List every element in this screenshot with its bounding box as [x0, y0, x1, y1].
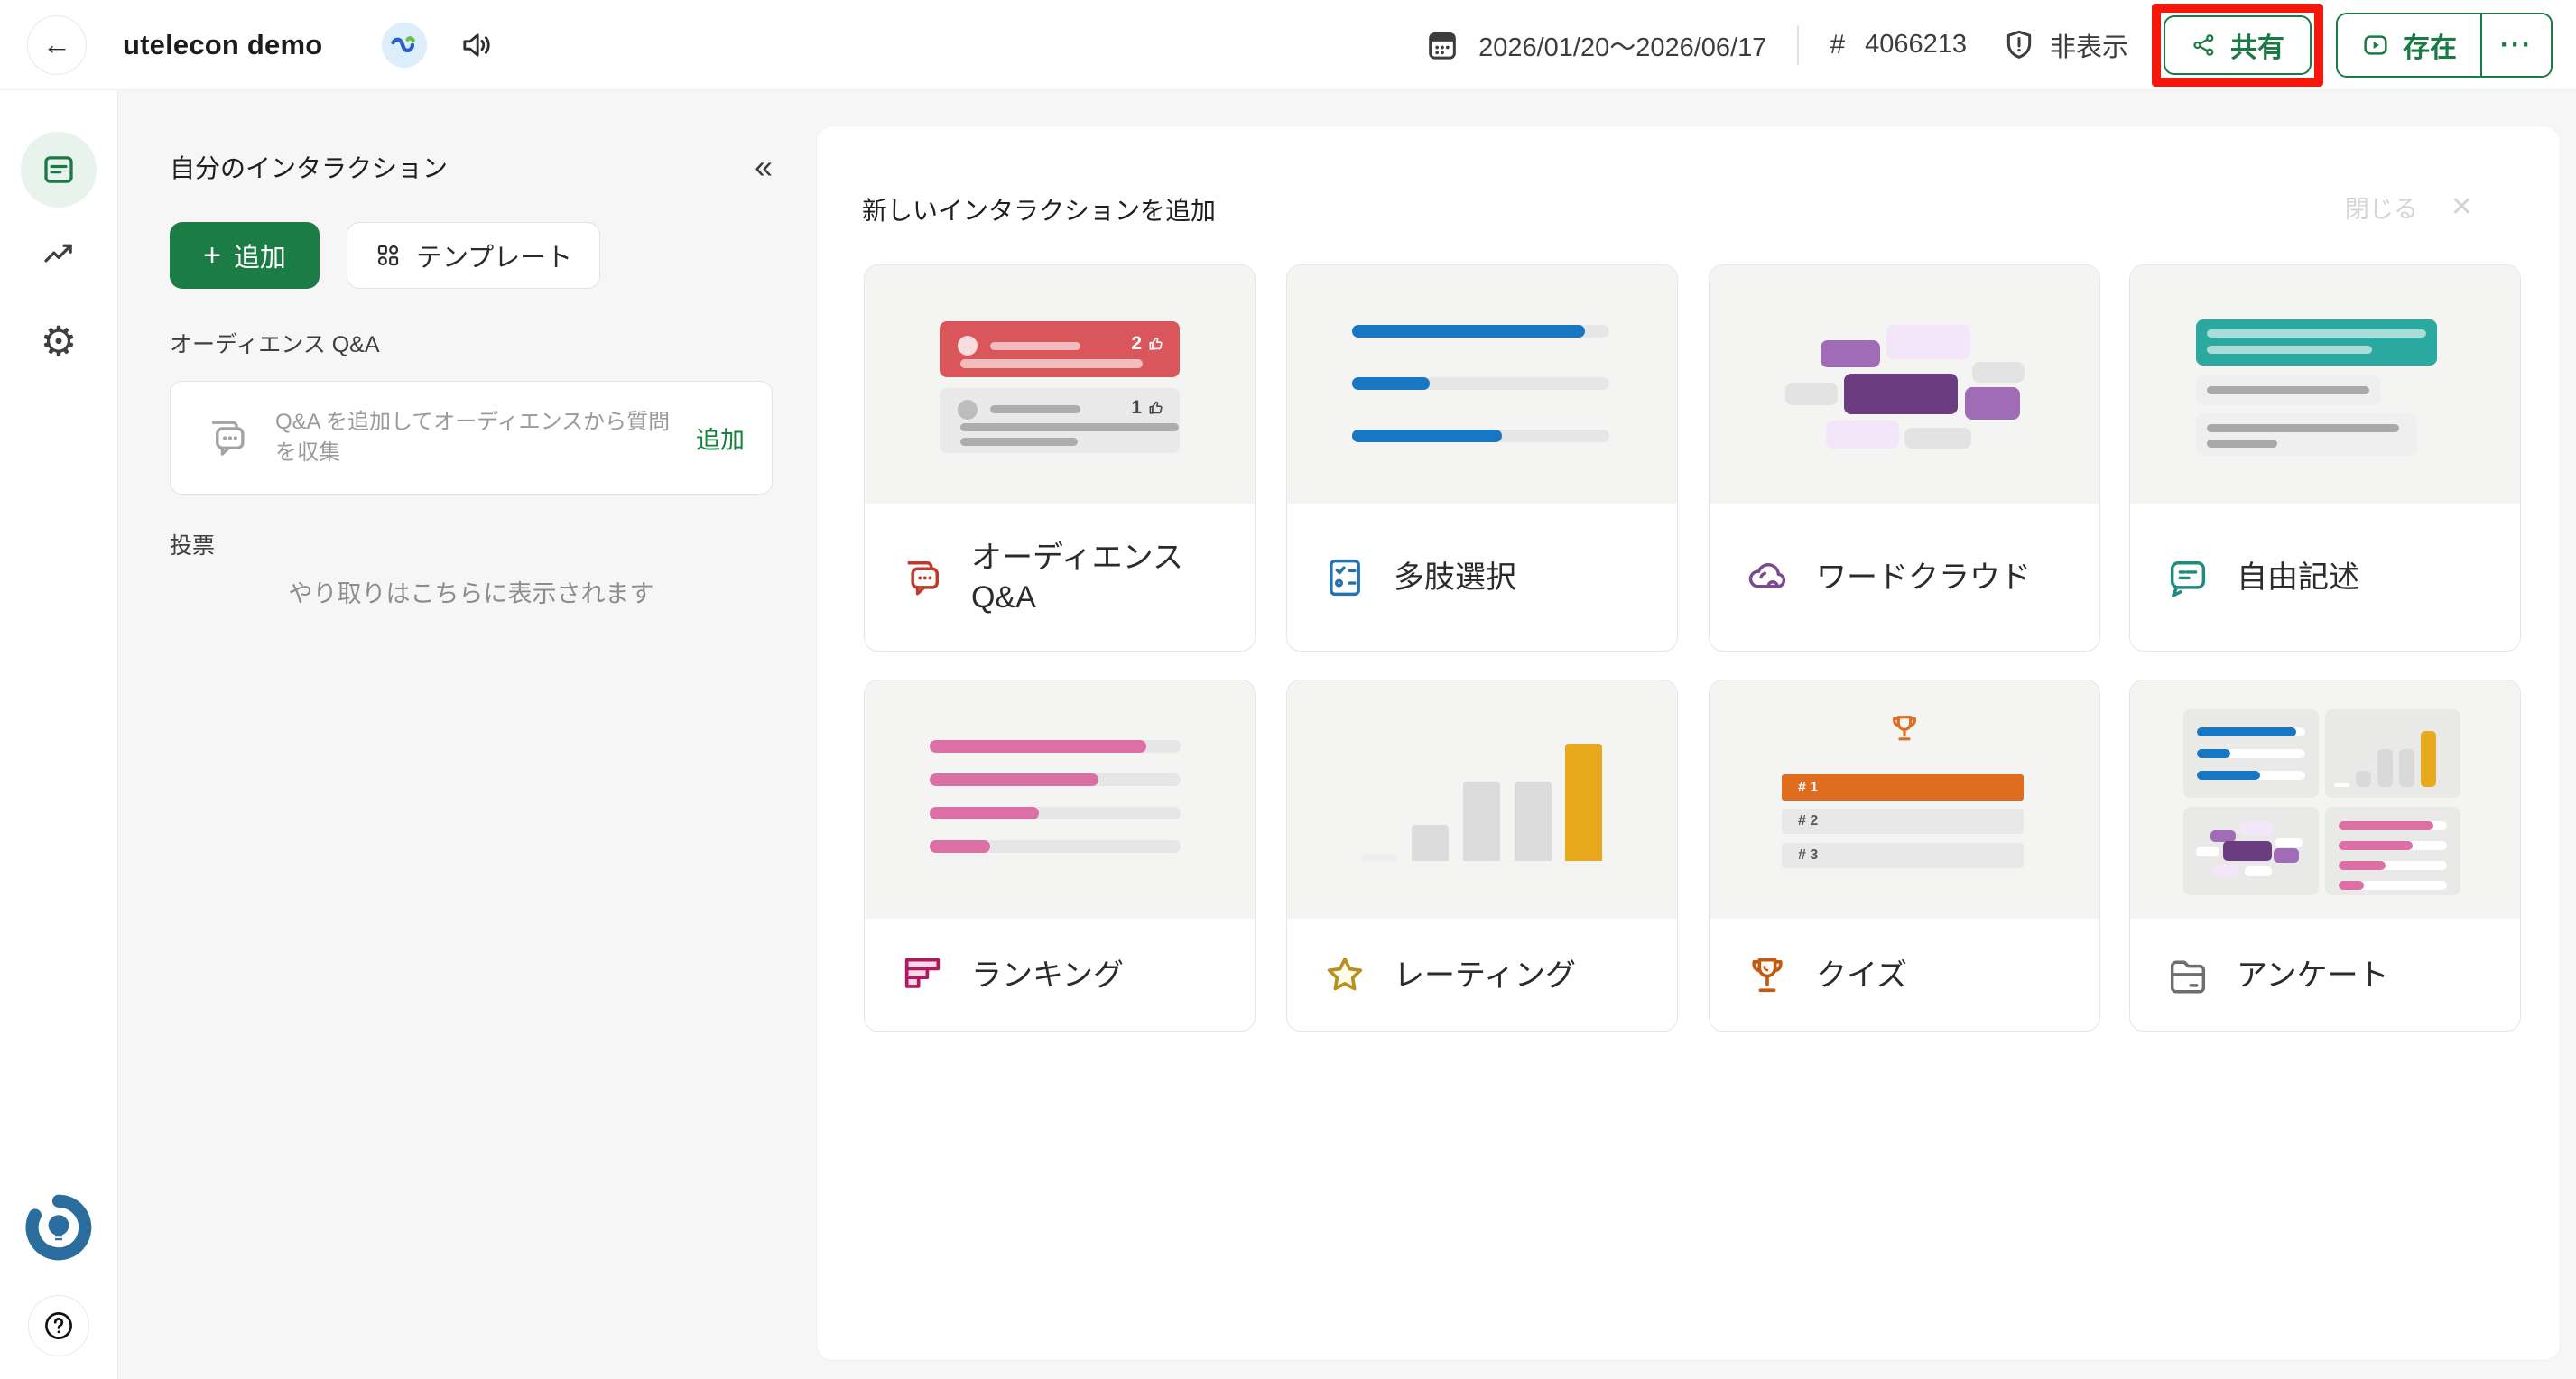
add-interaction-button[interactable]: + 追加: [170, 222, 320, 289]
vote-placeholder-text: やり取りはこちらに表示されます: [170, 574, 773, 609]
mentimeter-logo: [24, 1193, 93, 1262]
qa-likes-top: 2: [1131, 333, 1142, 355]
card-label-text: クイズ: [1816, 956, 1907, 995]
session-code: 4066213: [1865, 30, 1967, 60]
open-ended-preview: [2130, 265, 2520, 504]
interaction-card-quiz[interactable]: # 1 # 2 # 3 クイズ: [1709, 680, 2100, 1032]
presentation-title: utelecon demo: [123, 29, 322, 61]
quiz-rank-row: # 1: [1782, 774, 2024, 801]
qa-add-link[interactable]: 追加: [696, 421, 745, 456]
interaction-card-open-ended[interactable]: 自由記述: [2129, 264, 2521, 652]
checklist-icon: [1321, 554, 1368, 601]
trend-icon: [40, 235, 78, 273]
qa-section-label: オーディエンス Q&A: [170, 327, 380, 359]
announce-speaker-icon[interactable]: [459, 27, 496, 63]
card-label-text: 多肢選択: [1394, 558, 1516, 597]
chat-bubbles-icon: [203, 413, 252, 462]
topbar-right-cluster: 2026/01/20〜2026/06/17 # 4066213 非表示 共有: [1424, 4, 2553, 87]
folder-icon: [2164, 952, 2211, 999]
qa-likes-bottom: 1: [1131, 397, 1142, 419]
add-interaction-panel: 新しいインタラクションを追加 閉じる ✕ 2 1: [817, 126, 2560, 1360]
ranking-bars-icon: [899, 952, 946, 999]
multiple-choice-preview: [1287, 265, 1677, 504]
rail-item-interactions[interactable]: [21, 132, 97, 208]
interaction-card-survey[interactable]: アンケート: [2129, 680, 2521, 1032]
gear-icon: ⚙: [40, 320, 77, 362]
rating-preview: [1287, 680, 1677, 919]
template-button[interactable]: テンプレート: [347, 222, 600, 289]
back-arrow-icon: ←: [42, 28, 71, 61]
ranking-preview: [865, 680, 1255, 919]
qa-empty-card: Q&A を追加してオーディエンスから質問を収集 追加: [170, 381, 773, 495]
interaction-card-multiple-choice[interactable]: 多肢選択: [1286, 264, 1678, 652]
top-bar: ← utelecon demo 2026/01/20〜2026/06/17 # …: [0, 0, 2576, 90]
calendar-icon: [1424, 27, 1460, 63]
webex-logo: [382, 23, 427, 68]
share-highlight-box: 共有: [2152, 4, 2323, 87]
back-button[interactable]: ←: [27, 15, 87, 75]
card-label-text: アンケート: [2237, 956, 2389, 995]
thumbs-up-icon: [1147, 399, 1165, 417]
close-label: 閉じる: [2345, 190, 2418, 225]
card-label-text: オーディエンス Q&A: [971, 538, 1224, 617]
cloud-icon: [1744, 554, 1791, 601]
word-cloud-preview: [1710, 265, 2099, 504]
card-label-text: レーティング: [1394, 956, 1576, 995]
qa-card-text: Q&A を追加してオーディエンスから質問を収集: [275, 407, 672, 468]
trophy-icon: [1744, 952, 1791, 999]
star-icon: [1321, 952, 1368, 999]
qa-preview: 2 1: [865, 265, 1255, 504]
vote-section-label: 投票: [170, 528, 215, 560]
rail-item-trends[interactable]: [40, 235, 78, 273]
grid-icon: [375, 242, 402, 269]
interactions-card-icon: [40, 151, 78, 189]
hidden-status-label: 非表示: [2050, 26, 2128, 64]
webex-infinity-icon: [389, 30, 420, 60]
card-label-text: ワードクラウド: [1816, 558, 2031, 597]
shield-alert-icon: [2001, 27, 2037, 63]
close-icon: ✕: [2451, 191, 2473, 223]
present-button[interactable]: 存在: [2338, 14, 2480, 76]
share-icon: [2191, 32, 2218, 59]
rail-item-settings[interactable]: ⚙: [40, 320, 77, 362]
quiz-rank-row: # 2: [1782, 809, 2024, 834]
interaction-card-qa[interactable]: 2 1: [864, 264, 1256, 652]
date-range: 2026/01/20〜2026/06/17: [1478, 26, 1766, 64]
interaction-card-word-cloud[interactable]: ワードクラウド: [1709, 264, 2100, 652]
survey-preview: [2130, 680, 2520, 919]
plus-icon: +: [203, 238, 221, 273]
question-icon: [42, 1309, 76, 1343]
topbar-divider: [1797, 25, 1799, 65]
hash-icon: #: [1830, 30, 1845, 60]
interaction-card-rating[interactable]: レーティング: [1286, 680, 1678, 1032]
card-label-text: ランキング: [971, 956, 1124, 995]
quiz-rank-row: # 3: [1782, 843, 2024, 868]
trophy-icon-small: [1886, 711, 1923, 747]
close-panel-control[interactable]: 閉じる ✕: [2345, 190, 2473, 225]
qa-chat-icon: [899, 554, 946, 601]
interaction-card-ranking[interactable]: ランキング: [864, 680, 1256, 1032]
thumbs-up-icon: [1147, 335, 1165, 353]
card-label-text: 自由記述: [2237, 558, 2359, 597]
quiz-preview: # 1 # 2 # 3: [1710, 680, 2099, 919]
panel-title: 新しいインタラクションを追加: [862, 191, 1216, 227]
present-button-group: 存在 ···: [2336, 13, 2553, 78]
speech-bubble-lines-icon: [2164, 554, 2211, 601]
help-button[interactable]: [28, 1295, 89, 1356]
collapse-sidebar-icon[interactable]: «: [755, 148, 773, 186]
present-play-icon: [2361, 31, 2390, 60]
more-options-button[interactable]: ···: [2480, 14, 2551, 76]
share-button[interactable]: 共有: [2164, 15, 2312, 75]
left-rail: ⚙: [0, 90, 118, 1379]
sidebar-heading: 自分のインタラクション: [170, 149, 448, 185]
